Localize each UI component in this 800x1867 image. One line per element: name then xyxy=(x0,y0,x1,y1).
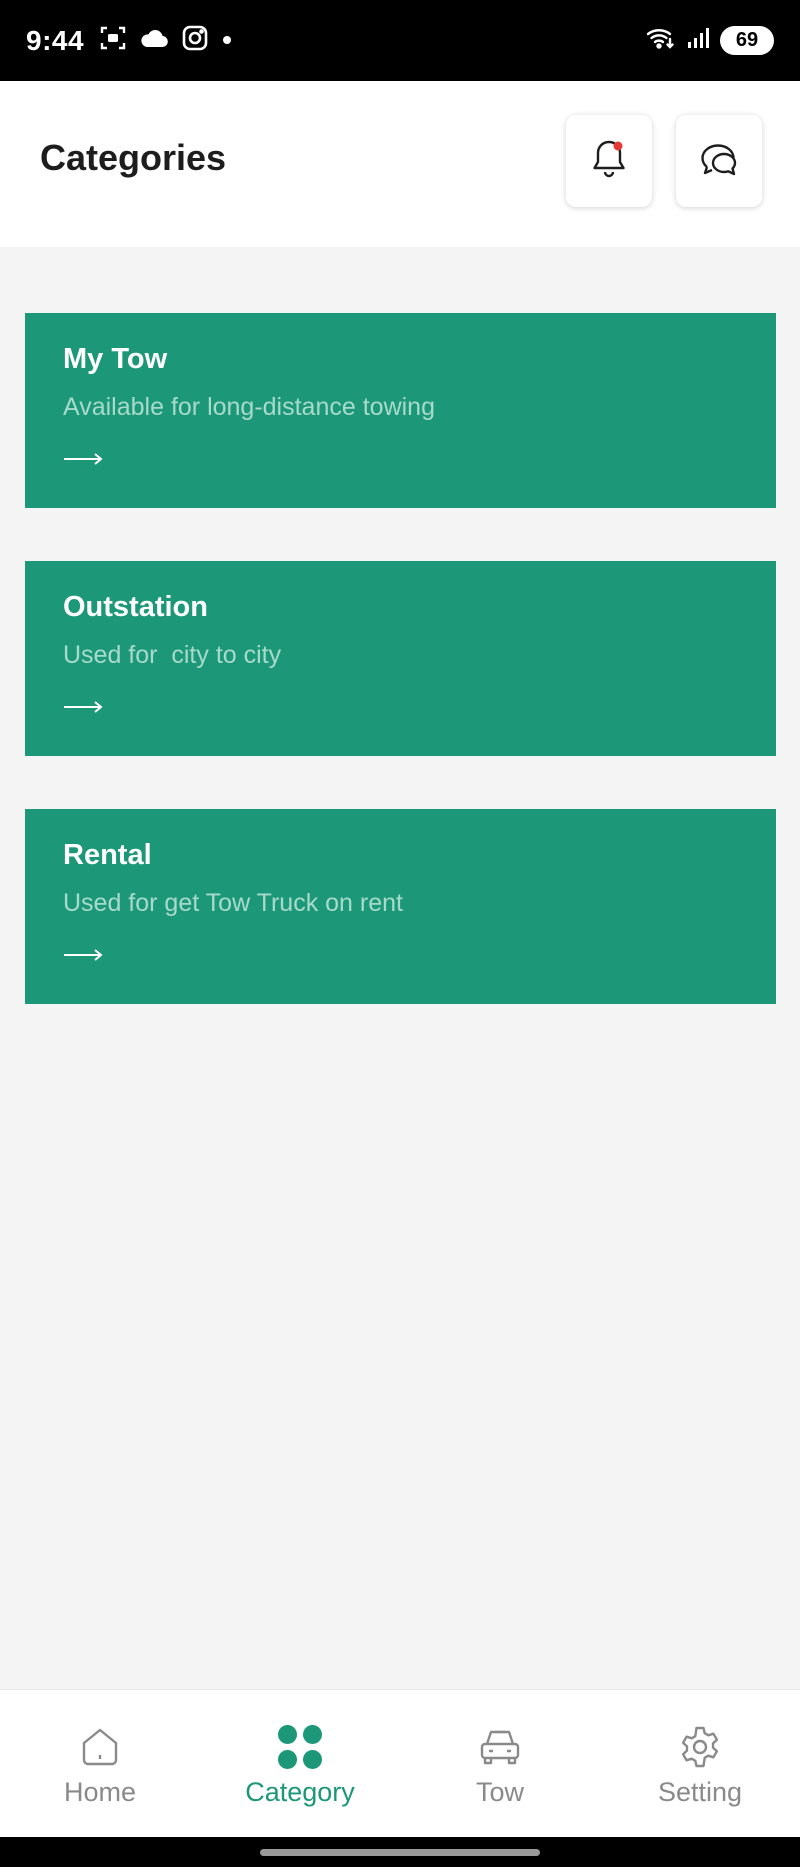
instagram-icon xyxy=(182,25,208,56)
chat-icon xyxy=(699,139,739,184)
arrow-right-icon xyxy=(63,699,103,720)
wifi-icon xyxy=(646,26,676,55)
car-icon xyxy=(477,1723,523,1771)
nav-label-home: Home xyxy=(63,1777,137,1807)
home-icon xyxy=(78,1723,122,1771)
category-card-my-tow[interactable]: My Tow Available for long-distance towin… xyxy=(25,313,776,508)
nav-item-home[interactable]: Home xyxy=(0,1690,200,1838)
page-title: Categories xyxy=(40,137,227,178)
gesture-bar xyxy=(0,1837,800,1867)
arrow-right-icon xyxy=(63,947,103,968)
nav-item-setting[interactable]: Setting xyxy=(600,1690,800,1838)
status-icons-left xyxy=(100,25,232,56)
dot-icon xyxy=(222,32,232,50)
gear-icon xyxy=(677,1723,723,1771)
category-title: Outstation xyxy=(63,591,208,623)
nav-label-tow: Tow xyxy=(475,1777,524,1807)
battery-indicator: 69 xyxy=(720,26,774,55)
category-title: My Tow xyxy=(63,343,168,375)
cloud-icon xyxy=(140,28,168,53)
bell-icon xyxy=(589,137,629,186)
status-time: 9:44 xyxy=(26,24,85,56)
nav-item-category[interactable]: Category xyxy=(200,1690,400,1838)
category-subtitle: Used for get Tow Truck on rent xyxy=(63,889,403,917)
notification-button[interactable] xyxy=(566,115,652,207)
bottom-nav: Home Category Tow Setting xyxy=(0,1689,800,1837)
category-title: Rental xyxy=(63,839,152,871)
categories-list: My Tow Available for long-distance towin… xyxy=(0,247,800,1689)
arrow-right-icon xyxy=(63,451,103,472)
signal-icon xyxy=(686,26,710,55)
category-subtitle: Used for city to city xyxy=(63,641,282,669)
nav-label-setting: Setting xyxy=(657,1777,743,1807)
grid-icon xyxy=(277,1723,323,1771)
chat-button[interactable] xyxy=(676,115,762,207)
category-subtitle: Available for long-distance towing xyxy=(63,393,435,421)
app-header: Categories xyxy=(0,81,800,247)
nav-item-tow[interactable]: Tow xyxy=(400,1690,600,1838)
status-bar: 9:44 69 xyxy=(0,0,800,81)
status-icons-right: 69 xyxy=(646,26,774,55)
category-card-rental[interactable]: Rental Used for get Tow Truck on rent xyxy=(25,809,776,1004)
gesture-pill[interactable] xyxy=(260,1849,540,1856)
screenshot-icon xyxy=(100,25,126,56)
category-card-outstation[interactable]: Outstation Used for city to city xyxy=(25,561,776,756)
nav-label-category: Category xyxy=(245,1777,355,1807)
